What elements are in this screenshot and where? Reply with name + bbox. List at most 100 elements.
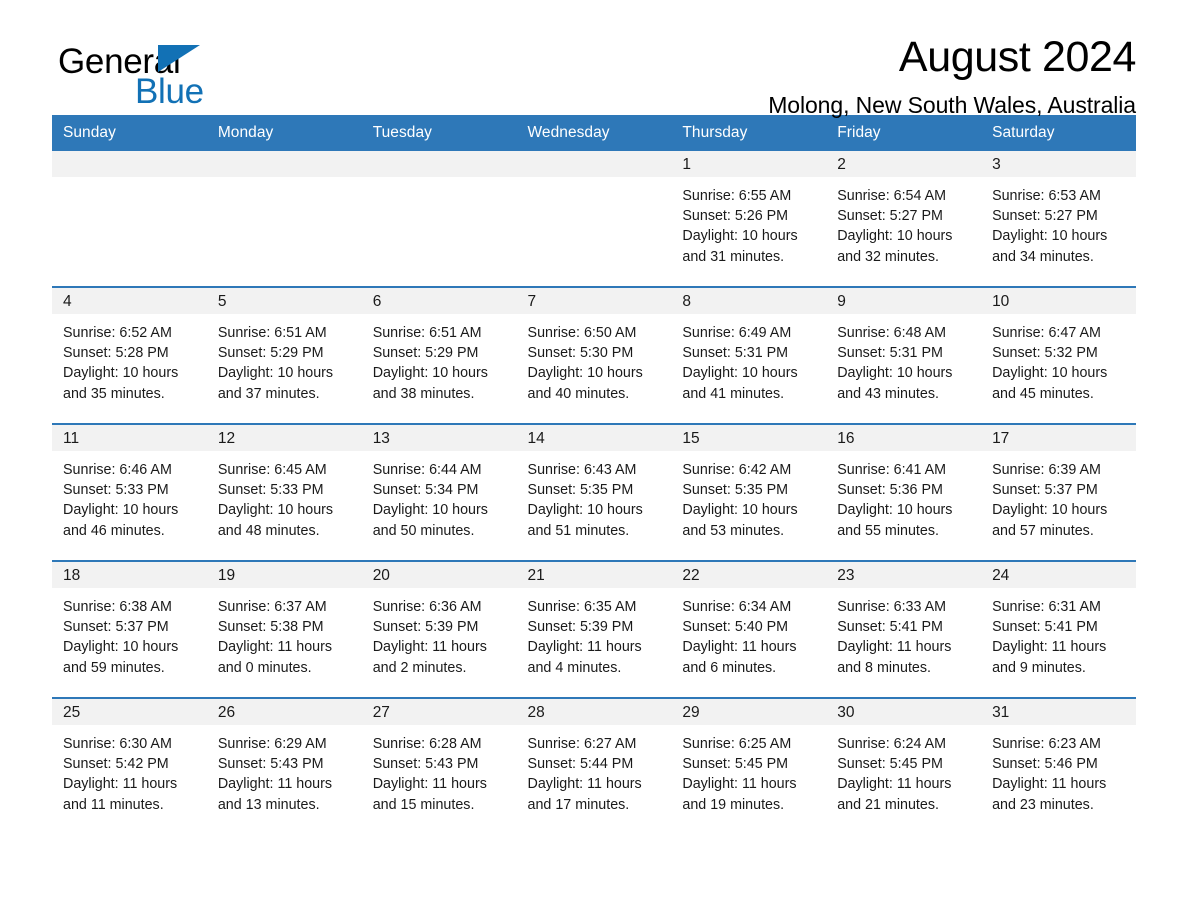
day-detail-line: Daylight: 11 hours xyxy=(217,776,333,793)
day-detail-line: and 11 minutes. xyxy=(63,796,164,813)
day-cell-content xyxy=(206,151,362,286)
day-detail-line: and 55 minutes. xyxy=(837,522,939,539)
calendar-day-cell[interactable]: 26 Sunrise: 6:29 AM Sunset: 5:43 PM Dayligh… xyxy=(206,697,362,834)
calendar-day-cell[interactable]: 19 Sunrise: 6:37 AM Sunset: 5:38 PM Dayligh… xyxy=(206,560,362,698)
day-number xyxy=(516,151,672,177)
day-details: Sunrise: 6:42 AM Sunset: 5:35 PM Daylight:… xyxy=(671,451,826,541)
calendar-day-cell[interactable]: 20 Sunrise: 6:36 AM Sunset: 5:39 PM Dayligh… xyxy=(361,560,517,698)
day-detail-line: Sunset: 5:42 PM xyxy=(63,756,169,773)
day-detail-line: and 6 minutes. xyxy=(682,659,777,676)
day-cell-content xyxy=(361,151,517,286)
calendar-day-cell[interactable]: 1 Sunrise: 6:55 AM Sunset: 5:26 PM Daylight… xyxy=(671,151,827,287)
day-details: Sunrise: 6:33 AM Sunset: 5:41 PM Daylight:… xyxy=(826,588,981,678)
day-detail-line: Daylight: 10 hours xyxy=(992,228,1108,245)
day-detail-line: Daylight: 10 hours xyxy=(527,502,643,519)
day-details: Sunrise: 6:46 AM Sunset: 5:33 PM Daylight:… xyxy=(52,451,207,541)
day-details: Sunrise: 6:47 AM Sunset: 5:32 PM Daylight:… xyxy=(981,314,1136,404)
calendar-week-row: 25 Sunrise: 6:30 AM Sunset: 5:42 PM Dayligh… xyxy=(52,697,1136,834)
day-detail-line: and 31 minutes. xyxy=(682,248,785,265)
day-detail-line: Daylight: 10 hours xyxy=(992,502,1108,519)
day-cell-content xyxy=(516,151,672,286)
day-detail-line: and 13 minutes. xyxy=(217,796,320,813)
generalblue-logo[interactable]: General Blue xyxy=(58,44,318,116)
calendar-day-cell[interactable]: 10 Sunrise: 6:47 AM Sunset: 5:32 PM Dayligh… xyxy=(981,286,1136,424)
calendar-day-cell[interactable]: 2 Sunrise: 6:54 AM Sunset: 5:27 PM Daylight… xyxy=(826,151,982,287)
calendar-day-cell[interactable]: 31 Sunrise: 6:23 AM Sunset: 5:46 PM Dayligh… xyxy=(981,697,1136,834)
calendar-day-cell[interactable]: 7 Sunrise: 6:50 AM Sunset: 5:30 PM Daylight… xyxy=(516,286,672,424)
calendar-day-cell[interactable]: 3 Sunrise: 6:53 AM Sunset: 5:27 PM Daylight… xyxy=(981,151,1136,287)
day-detail-line: Sunset: 5:39 PM xyxy=(372,619,479,636)
calendar-page: General Blue August 2024 Molong, New Sou… xyxy=(0,0,1188,918)
day-detail-line: Daylight: 11 hours xyxy=(837,639,952,656)
day-number: 4 xyxy=(52,288,207,314)
day-details: Sunrise: 6:29 AM Sunset: 5:43 PM Daylight:… xyxy=(207,725,362,815)
calendar-day-cell[interactable]: 15 Sunrise: 6:42 AM Sunset: 5:35 PM Dayligh… xyxy=(671,423,827,561)
calendar-day-cell[interactable]: 24 Sunrise: 6:31 AM Sunset: 5:41 PM Dayligh… xyxy=(981,560,1136,698)
brand-triangle-icon xyxy=(158,45,200,72)
calendar-day-cell[interactable]: 11 Sunrise: 6:46 AM Sunset: 5:33 PM Dayligh… xyxy=(52,423,207,561)
day-details: Sunrise: 6:28 AM Sunset: 5:43 PM Daylight:… xyxy=(362,725,517,815)
day-detail-line: Sunrise: 6:28 AM xyxy=(372,736,482,752)
day-detail-line: Sunrise: 6:25 AM xyxy=(682,736,792,752)
day-detail-line: Sunset: 5:33 PM xyxy=(63,482,169,499)
page-subtitle: Molong, New South Wales, Australia xyxy=(768,91,1136,118)
day-detail-line: and 17 minutes. xyxy=(527,796,630,813)
day-detail-line: Sunset: 5:41 PM xyxy=(837,619,943,636)
weekday-header-tuesday: Tuesday xyxy=(361,115,517,151)
calendar-day-cell[interactable]: 18 Sunrise: 6:38 AM Sunset: 5:37 PM Dayligh… xyxy=(52,560,207,698)
day-detail-line: Sunset: 5:44 PM xyxy=(527,756,634,773)
day-cell-content: 23 Sunrise: 6:33 AM Sunset: 5:41 PM Dayligh… xyxy=(826,562,982,697)
day-detail-line: Daylight: 10 hours xyxy=(837,502,953,519)
day-detail-line: Daylight: 11 hours xyxy=(682,639,797,656)
day-number: 17 xyxy=(981,425,1136,451)
day-number: 14 xyxy=(516,425,672,451)
calendar-day-cell[interactable]: 21 Sunrise: 6:35 AM Sunset: 5:39 PM Dayligh… xyxy=(516,560,672,698)
calendar-day-cell[interactable]: 25 Sunrise: 6:30 AM Sunset: 5:42 PM Dayligh… xyxy=(52,697,207,834)
calendar-day-cell[interactable]: 5 Sunrise: 6:51 AM Sunset: 5:29 PM Daylight… xyxy=(206,286,362,424)
calendar-day-cell[interactable]: 12 Sunrise: 6:45 AM Sunset: 5:33 PM Dayligh… xyxy=(206,423,362,561)
day-detail-line: Daylight: 10 hours xyxy=(63,365,179,382)
day-cell-content: 27 Sunrise: 6:28 AM Sunset: 5:43 PM Dayligh… xyxy=(361,699,517,834)
calendar-day-cell[interactable]: 16 Sunrise: 6:41 AM Sunset: 5:36 PM Dayligh… xyxy=(826,423,982,561)
page-header: General Blue August 2024 Molong, New Sou… xyxy=(52,0,1136,118)
day-detail-line: and 35 minutes. xyxy=(63,385,165,402)
day-detail-line: Sunset: 5:31 PM xyxy=(682,345,789,362)
day-detail-line: Sunset: 5:31 PM xyxy=(837,345,943,362)
calendar-day-cell[interactable]: 30 Sunrise: 6:24 AM Sunset: 5:45 PM Dayligh… xyxy=(826,697,982,834)
day-detail-line: Daylight: 10 hours xyxy=(527,365,643,382)
day-detail-line: Daylight: 10 hours xyxy=(217,502,334,519)
calendar-day-cell[interactable]: 28 Sunrise: 6:27 AM Sunset: 5:44 PM Dayligh… xyxy=(516,697,672,834)
weekday-header-saturday: Saturday xyxy=(981,115,1136,151)
day-number: 24 xyxy=(981,562,1136,588)
day-details: Sunrise: 6:43 AM Sunset: 5:35 PM Daylight:… xyxy=(517,451,672,541)
day-detail-line: Sunrise: 6:49 AM xyxy=(682,325,792,341)
day-details: Sunrise: 6:51 AM Sunset: 5:29 PM Daylight:… xyxy=(362,314,517,404)
calendar-day-cell[interactable]: 13 Sunrise: 6:44 AM Sunset: 5:34 PM Dayligh… xyxy=(361,423,517,561)
day-number: 19 xyxy=(206,562,362,588)
calendar-day-cell[interactable]: 6 Sunrise: 6:51 AM Sunset: 5:29 PM Daylight… xyxy=(361,286,517,424)
day-cell-content: 14 Sunrise: 6:43 AM Sunset: 5:35 PM Dayligh… xyxy=(516,425,672,560)
weekday-header-row: Sunday Monday Tuesday Wednesday Thursday… xyxy=(52,115,1136,151)
calendar-day-cell[interactable]: 8 Sunrise: 6:49 AM Sunset: 5:31 PM Daylight… xyxy=(671,286,827,424)
day-detail-line: Sunset: 5:40 PM xyxy=(682,619,789,636)
calendar-day-cell[interactable]: 27 Sunrise: 6:28 AM Sunset: 5:43 PM Dayligh… xyxy=(361,697,517,834)
day-number: 29 xyxy=(671,699,827,725)
calendar-day-cell[interactable]: 14 Sunrise: 6:43 AM Sunset: 5:35 PM Dayligh… xyxy=(516,423,672,561)
calendar-day-cell[interactable]: 9 Sunrise: 6:48 AM Sunset: 5:31 PM Daylight… xyxy=(826,286,982,424)
calendar-day-cell[interactable]: 23 Sunrise: 6:33 AM Sunset: 5:41 PM Dayligh… xyxy=(826,560,982,698)
day-detail-line: Sunset: 5:43 PM xyxy=(372,756,479,773)
day-detail-line: Sunrise: 6:29 AM xyxy=(217,736,327,752)
calendar-day-cell[interactable]: 22 Sunrise: 6:34 AM Sunset: 5:40 PM Dayligh… xyxy=(671,560,827,698)
day-detail-line: Daylight: 11 hours xyxy=(682,776,797,793)
day-detail-line: Sunrise: 6:27 AM xyxy=(527,736,637,752)
day-detail-line: Daylight: 11 hours xyxy=(217,639,333,656)
calendar-day-cell[interactable]: 4 Sunrise: 6:52 AM Sunset: 5:28 PM Daylight… xyxy=(52,286,207,424)
day-detail-line: and 59 minutes. xyxy=(63,659,165,676)
day-detail-line: and 0 minutes. xyxy=(217,659,312,676)
day-number: 9 xyxy=(826,288,982,314)
calendar-day-cell[interactable]: 29 Sunrise: 6:25 AM Sunset: 5:45 PM Dayligh… xyxy=(671,697,827,834)
day-number: 10 xyxy=(981,288,1136,314)
day-detail-line: Daylight: 10 hours xyxy=(63,502,179,519)
calendar-day-cell[interactable]: 17 Sunrise: 6:39 AM Sunset: 5:37 PM Dayligh… xyxy=(981,423,1136,561)
month-calendar: Sunday Monday Tuesday Wednesday Thursday… xyxy=(52,115,1136,834)
